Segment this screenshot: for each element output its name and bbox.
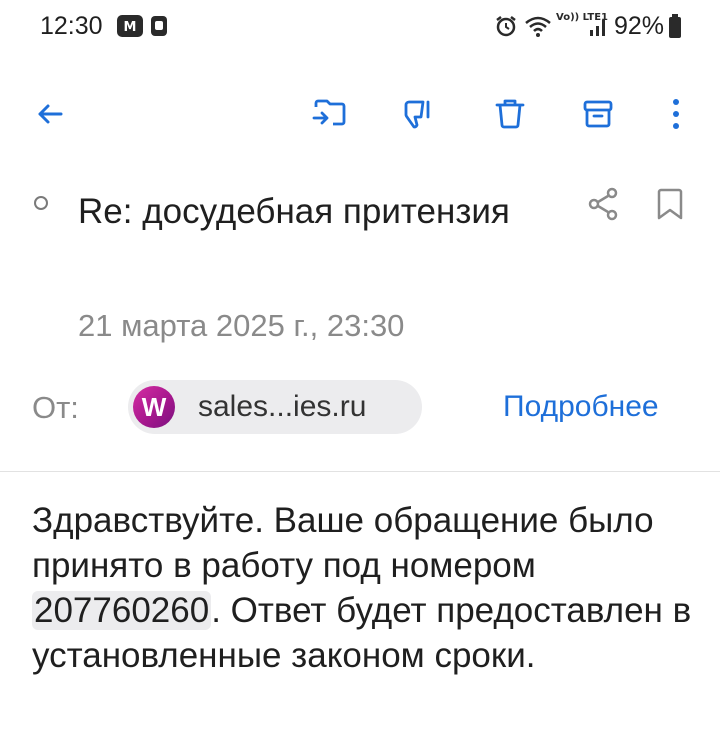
- battery-percent: 92%: [614, 12, 665, 40]
- sender-chip[interactable]: W sales...ies.ru: [128, 380, 422, 434]
- bookmark-button[interactable]: [650, 184, 690, 224]
- status-bar: 12:30 M Vo)) LTE1 92%: [0, 0, 720, 56]
- spam-button[interactable]: [396, 92, 440, 136]
- ticket-number[interactable]: 207760260: [32, 591, 212, 630]
- trash-icon: [495, 99, 525, 129]
- details-link[interactable]: Подробнее: [503, 390, 659, 424]
- alarm-icon: [494, 14, 518, 43]
- status-time: 12:30: [40, 12, 103, 40]
- share-icon: [588, 187, 618, 221]
- wifi-icon: [524, 14, 552, 43]
- from-label: От:: [32, 390, 79, 425]
- thumbs-down-icon: [404, 100, 430, 129]
- delete-button[interactable]: [488, 92, 532, 136]
- unread-indicator[interactable]: [34, 196, 48, 210]
- move-folder-icon: [312, 99, 346, 126]
- battery-icon: [668, 14, 682, 45]
- more-options-button[interactable]: [654, 92, 698, 136]
- archive-button[interactable]: [576, 92, 620, 136]
- signal-icon: [588, 14, 610, 43]
- bookmark-icon: [657, 188, 683, 220]
- email-toolbar: [0, 84, 720, 144]
- back-arrow-icon: [38, 104, 63, 124]
- sender-avatar: W: [133, 386, 175, 428]
- sender-address: sales...ies.ru: [198, 390, 367, 423]
- body-text-start: Здравствуйте. Ваше обращение было принят…: [32, 501, 654, 585]
- email-body: Здравствуйте. Ваше обращение было принят…: [32, 498, 702, 678]
- archive-icon: [583, 100, 613, 128]
- header-divider: [0, 471, 720, 472]
- email-subject: Re: досудебная притензия: [78, 192, 510, 231]
- more-vert-icon: [673, 99, 679, 129]
- notification-square-icon: [150, 14, 168, 43]
- share-button[interactable]: [584, 184, 624, 224]
- back-button[interactable]: [28, 92, 72, 136]
- move-button[interactable]: [308, 92, 352, 136]
- notification-m-icon: M: [116, 14, 144, 43]
- svg-text:M: M: [124, 20, 137, 35]
- email-date: 21 марта 2025 г., 23:30: [78, 308, 405, 343]
- from-row: От: W sales...ies.ru Подробнее: [0, 380, 720, 436]
